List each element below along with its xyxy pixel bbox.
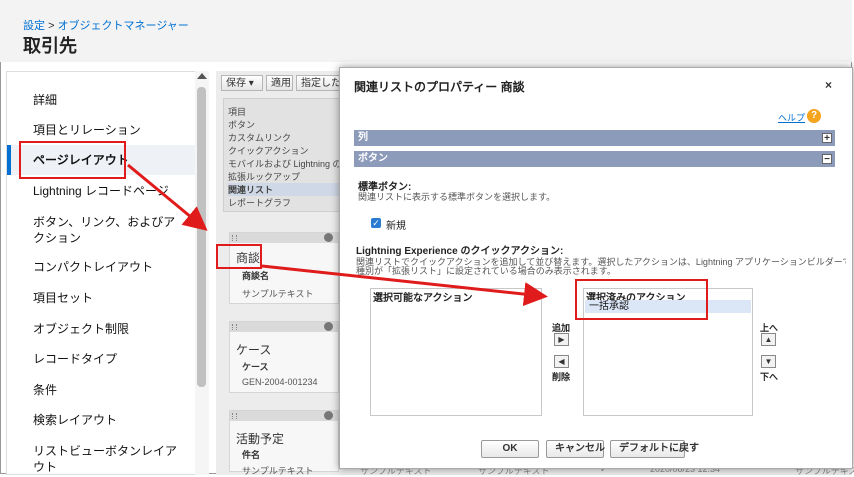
sidebar-item-fields-relationships[interactable]: 項目とリレーション	[7, 122, 195, 138]
object-sidebar: 詳細 項目とリレーション ページレイアウト Lightning レコードページ …	[6, 71, 195, 475]
buttons-section-header[interactable]: ボタン −	[354, 151, 835, 167]
sidebar-item-search-layouts[interactable]: 検索レイアウト	[7, 412, 195, 428]
quick-actions-heading: Lightning Experience のクイックアクション:	[356, 246, 564, 257]
sidebar-item-buttons-links-actions-cont[interactable]: クション	[7, 230, 195, 246]
breadcrumb-setup-link[interactable]: 設定	[23, 20, 45, 32]
standard-buttons-heading: 標準ボタン:	[358, 182, 412, 193]
restore-defaults-button[interactable]: デフォルトに戻す	[610, 440, 699, 458]
palette-categories: 項目 ボタン カスタムリンク クイックアクション モバイルおよび Lightni…	[223, 98, 341, 212]
sample-cell: サンプルテキスト	[242, 289, 314, 299]
sidebar-item-list-view-button-layout[interactable]: リストビューボタンレイア	[7, 443, 195, 459]
section-drag-bar[interactable]	[230, 233, 338, 243]
breadcrumb: 設定 > オブジェクトマネージャー	[23, 17, 189, 33]
sidebar-item-buttons-links-actions[interactable]: ボタン、リンク、およびア	[7, 214, 195, 230]
standard-buttons-description: 関連リストに表示する標準ボタンを選択します。	[358, 192, 556, 202]
remove-arrow-button[interactable]: ◀	[554, 355, 569, 368]
annotation-box-opportunities	[216, 244, 262, 269]
specified-button[interactable]: 指定した 別	[296, 75, 341, 91]
sidebar-item-list-view-button-layout-cont[interactable]: ウト	[7, 459, 195, 475]
palette-item-buttons[interactable]: ボタン	[228, 118, 255, 131]
column-header: 件名	[242, 450, 261, 460]
related-list-properties-dialog: 関連リストのプロパティー 商談 × ヘルプ ? 列 + ボタン − 標準ボタン:…	[339, 67, 853, 469]
save-dropdown-button[interactable]: 保存 ▾	[221, 75, 263, 91]
section-title: 活動予定	[236, 432, 285, 446]
quick-save-button[interactable]: 適用	[266, 75, 293, 91]
dialog-title: 関連リストのプロパティー 商談	[354, 80, 525, 94]
columns-section-label: 列	[358, 132, 368, 143]
palette-item-quick-actions[interactable]: クイックアクション	[228, 144, 309, 157]
remove-section-icon[interactable]	[324, 411, 333, 420]
section-title: ケース	[236, 343, 272, 357]
breadcrumb-separator: >	[48, 20, 55, 32]
sidebar-item-conditions[interactable]: 条件	[7, 382, 195, 398]
palette-item-custom-links[interactable]: カスタムリンク	[228, 131, 291, 144]
new-button-checkbox[interactable]: ✓	[371, 218, 381, 228]
palette-item-related-lists[interactable]: 関連リスト	[228, 183, 340, 196]
available-actions-header: 選択可能なアクション	[373, 293, 473, 304]
sidebar-item-details[interactable]: 詳細	[7, 92, 195, 108]
help-link[interactable]: ヘルプ	[778, 111, 805, 124]
scroll-thumb[interactable]	[197, 87, 206, 387]
setup-header: 設定 > オブジェクトマネージャー 取引先	[0, 0, 852, 62]
new-button-checkbox-label: 新規	[386, 221, 406, 232]
move-down-button[interactable]: ▼	[761, 355, 776, 368]
page-title: 取引先	[23, 36, 77, 56]
palette-item-fields[interactable]: 項目	[228, 105, 246, 118]
collapse-icon[interactable]: −	[822, 154, 832, 165]
palette-item-expanded-lookups[interactable]: 拡張ルックアップ	[228, 170, 300, 183]
section-drag-bar[interactable]	[230, 322, 338, 332]
help-icon[interactable]: ?	[807, 109, 821, 123]
section-drag-bar[interactable]	[230, 411, 338, 421]
remove-section-icon[interactable]	[324, 233, 333, 242]
add-arrow-button[interactable]: ▶	[554, 333, 569, 346]
breadcrumb-object-manager-link[interactable]: オブジェクトマネージャー	[58, 20, 189, 32]
sidebar-item-lightning-record-pages[interactable]: Lightning レコードページ	[7, 183, 195, 199]
expand-icon[interactable]: +	[822, 133, 832, 144]
columns-section-header[interactable]: 列 +	[354, 130, 835, 146]
annotation-box-selected-actions	[575, 279, 708, 320]
sample-cell: サンプルテキスト	[242, 466, 314, 476]
palette-item-mobile-lightning[interactable]: モバイルおよび Lightning のア	[228, 157, 340, 170]
move-down-label: 下へ	[760, 372, 779, 382]
ok-button[interactable]: OK	[481, 440, 539, 458]
sidebar-item-field-sets[interactable]: 項目セット	[7, 290, 195, 306]
remove-section-icon[interactable]	[324, 322, 333, 331]
buttons-section-label: ボタン	[358, 153, 388, 164]
sidebar-item-object-limits[interactable]: オブジェクト制限	[7, 321, 195, 337]
sidebar-item-compact-layouts[interactable]: コンパクトレイアウト	[7, 259, 195, 275]
available-actions-list[interactable]: 選択可能なアクション	[370, 288, 542, 416]
palette-item-report-charts[interactable]: レポートグラフ	[228, 196, 291, 209]
related-list-open-activities[interactable]: 活動予定 件名 サンプルテキスト	[229, 410, 339, 476]
sample-cell: GEN-2004-001234	[242, 377, 318, 387]
scroll-up-icon[interactable]	[197, 73, 207, 79]
drag-grip-icon	[232, 324, 237, 330]
drag-grip-icon	[232, 413, 237, 419]
column-header: 商談名	[242, 271, 270, 281]
annotation-box-page-layouts	[19, 141, 126, 179]
sidebar-item-record-types[interactable]: レコードタイプ	[7, 351, 195, 367]
drag-grip-icon	[232, 235, 237, 241]
move-up-button[interactable]: ▲	[761, 333, 776, 346]
column-header: ケース	[242, 362, 269, 372]
cancel-button[interactable]: キャンセル	[546, 440, 605, 458]
close-icon[interactable]: ×	[825, 78, 832, 92]
sidebar-scrollbar[interactable]	[195, 71, 209, 475]
related-list-cases[interactable]: ケース ケース GEN-2004-001234	[229, 321, 339, 393]
quick-actions-description-line2: 種別が「拡張リスト」に設定されている場合のみ表示されます。	[356, 266, 616, 276]
remove-label: 削除	[552, 372, 571, 382]
